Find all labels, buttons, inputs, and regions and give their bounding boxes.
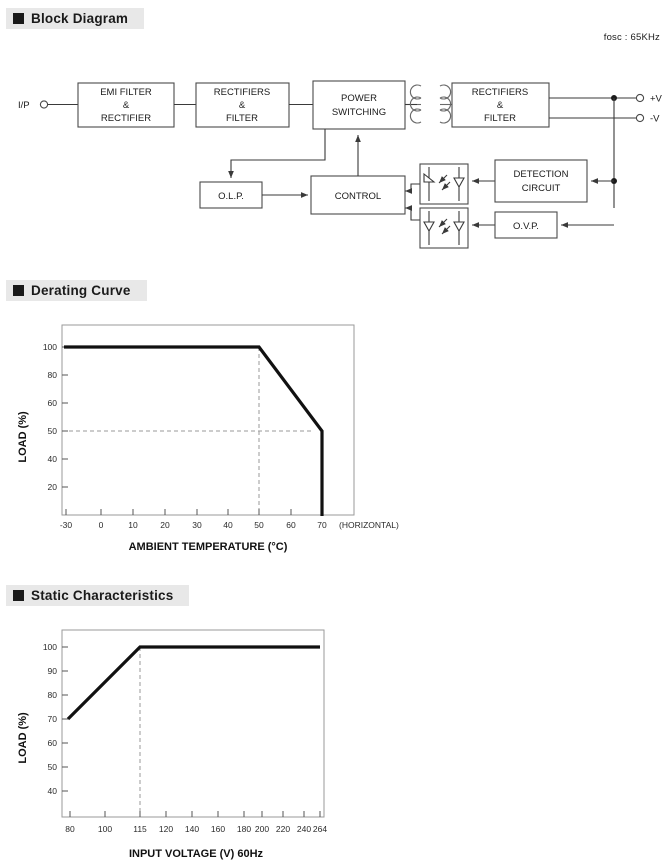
block-diagram: I/P EMI FILTER & RECTIFIER RECTIFIERS & …: [18, 80, 663, 249]
x-tick-label: 0: [99, 520, 104, 530]
output-terminal-positive-icon: [635, 93, 645, 103]
x-tick-label: 120: [159, 824, 173, 834]
oscillator-frequency-note: fosc : 65KHz: [603, 32, 660, 43]
block-emi-line-3: RECTIFIER: [101, 113, 151, 124]
y-tick-label: 50: [48, 762, 58, 772]
x-tick-label: 240: [297, 824, 311, 834]
static-x-axis-title: INPUT VOLTAGE (V) 60Hz: [129, 848, 264, 860]
x-tick-label: 80: [65, 824, 75, 834]
x-tick-label: 70: [317, 520, 327, 530]
x-tick-label: -30: [60, 520, 73, 530]
x-tick-label: 140: [185, 824, 199, 834]
x-tick-label: 180: [237, 824, 251, 834]
y-tick-label: 90: [48, 666, 58, 676]
static-y-axis-title: LOAD (%): [17, 712, 29, 764]
x-tick-label: 160: [211, 824, 225, 834]
input-terminal-label: I/P: [18, 100, 30, 111]
section-title: Block Diagram: [31, 11, 129, 26]
block-rect2-line-3: FILTER: [484, 113, 516, 124]
block-rect1-line-3: FILTER: [226, 113, 258, 124]
section-bullet-icon: [13, 285, 24, 296]
derating-x-axis-title: AMBIENT TEMPERATURE (°C): [129, 541, 288, 553]
section-header-derating-curve: Derating Curve: [6, 280, 147, 301]
wire-power-to-olp: [228, 129, 326, 178]
y-tick-label: 40: [48, 786, 58, 796]
x-tick-label: 40: [223, 520, 233, 530]
y-tick-label: 50: [48, 426, 58, 436]
y-tick-label: 80: [48, 690, 58, 700]
y-tick-label: 20: [48, 482, 58, 492]
section-header-static-characteristics: Static Characteristics: [6, 585, 190, 606]
block-olp-label: O.L.P.: [218, 191, 244, 202]
horizontal-annotation: (HORIZONTAL): [339, 520, 399, 530]
x-tick-label: 200: [255, 824, 269, 834]
output-terminal-negative-icon: [635, 113, 645, 123]
static-plot-frame: [61, 629, 325, 818]
section-bullet-icon: [13, 13, 24, 24]
block-rect2-line-1: RECTIFIERS: [472, 87, 528, 98]
block-emi-line-1: EMI FILTER: [100, 87, 152, 98]
block-detection-line-1: DETECTION: [514, 169, 569, 180]
x-tick-label: 115: [133, 824, 147, 834]
section-title: Derating Curve: [31, 283, 131, 298]
block-control-label: CONTROL: [335, 191, 381, 202]
x-tick-label: 60: [286, 520, 296, 530]
x-tick-label: 50: [254, 520, 264, 530]
y-tick-label: 80: [48, 370, 58, 380]
input-terminal-icon: [39, 100, 49, 109]
block-power-line-1: POWER: [341, 93, 377, 104]
block-rect1-line-2: &: [239, 100, 246, 111]
y-tick-label: 70: [48, 714, 58, 724]
block-emi-line-2: &: [123, 100, 130, 111]
output-label-negative: -V: [650, 114, 660, 125]
block-ovp-label: O.V.P.: [513, 221, 539, 232]
x-tick-label: 10: [128, 520, 138, 530]
section-title: Static Characteristics: [31, 588, 174, 603]
y-tick-label: 40: [48, 454, 58, 464]
section-header-block-diagram: Block Diagram: [6, 8, 145, 29]
block-detection-line-2: CIRCUIT: [522, 183, 561, 194]
block-power-line-2: SWITCHING: [332, 107, 386, 118]
x-tick-label: 220: [276, 824, 290, 834]
y-tick-label: 100: [43, 342, 57, 352]
y-tick-label: 60: [48, 738, 58, 748]
derating-plot-frame: [61, 324, 355, 516]
block-rect2-line-2: &: [497, 100, 504, 111]
static-characteristics-chart: 100 90 80 70 60 50 40 80 100 115 120 140…: [17, 629, 327, 860]
wire-opto2-to-control: [405, 205, 420, 221]
y-tick-label: 60: [48, 398, 58, 408]
block-power-switching: [312, 80, 406, 130]
section-bullet-icon: [13, 590, 24, 601]
derating-y-axis-title: LOAD (%): [17, 411, 29, 463]
block-rect1-line-1: RECTIFIERS: [214, 87, 270, 98]
x-tick-label: 264: [313, 824, 327, 834]
x-tick-label: 20: [160, 520, 170, 530]
output-label-positive: +V: [650, 94, 663, 105]
block-detection-circuit: [494, 159, 588, 203]
x-tick-label: 30: [192, 520, 202, 530]
wire-opto1-to-control: [405, 183, 420, 194]
y-tick-label: 100: [43, 642, 57, 652]
derating-curve-chart: 100 80 60 50 40 20 -30 0 10 20 30 40 50 …: [17, 324, 399, 553]
x-tick-label: 100: [98, 824, 112, 834]
